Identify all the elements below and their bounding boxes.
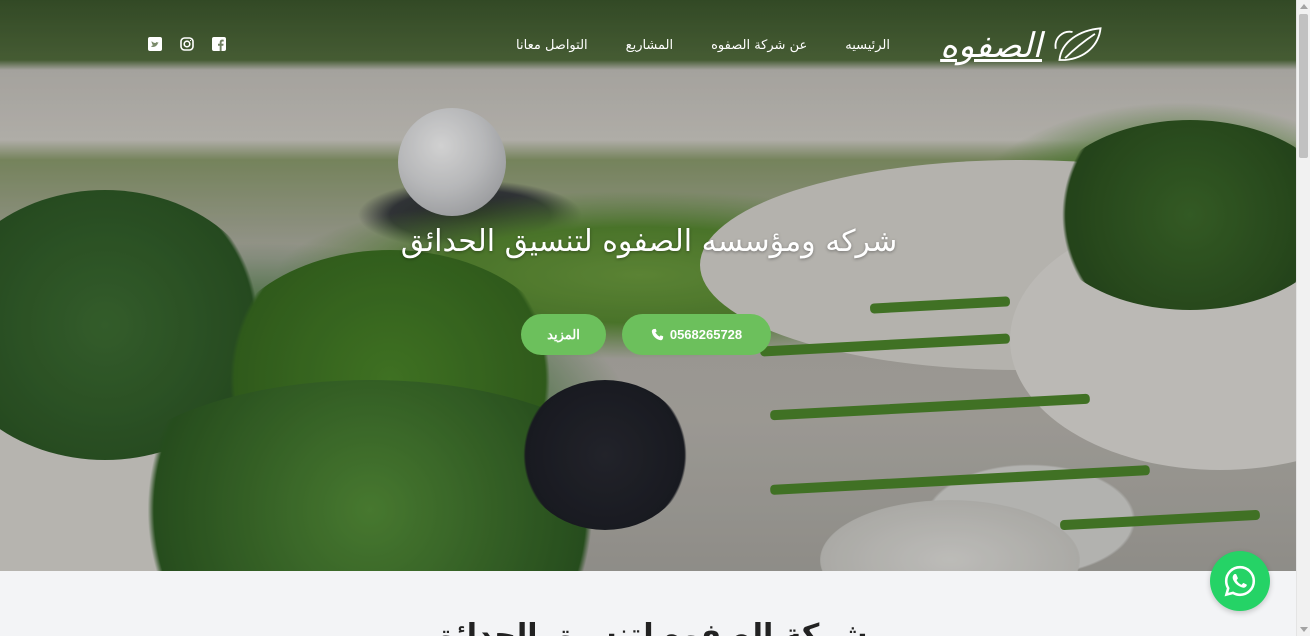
instagram-icon [180,37,194,51]
scroll-up-arrow-icon[interactable] [1300,4,1308,9]
page-scrollbar[interactable] [1296,0,1310,636]
phone-number: 0568265728 [669,327,743,342]
call-phone-button[interactable]: 0568265728 [622,314,771,355]
section-heading: شركة الصفوه لتنسيق الحدائق [428,618,868,636]
main-nav: الرئيسيه عن شركة الصفوه المشاريع التواصل… [516,38,890,53]
logo-text: الصفوه [940,26,1042,66]
hero-title: شركه ومؤسسه الصفوه لتنسيق الحدائق [400,224,898,259]
whatsapp-icon [1224,565,1256,597]
instagram-link[interactable] [180,37,194,51]
more-button[interactable]: المزيد [521,314,606,355]
nav-link-home[interactable]: الرئيسيه [845,38,890,53]
social-links [148,37,226,51]
hero-overlay [0,0,1296,571]
leaf-logo-icon [1054,27,1102,61]
nav-link-contact[interactable]: التواصل معانا [516,38,588,53]
hero-section [0,0,1296,571]
facebook-link[interactable] [212,37,226,51]
phone-icon [651,328,664,341]
twitter-icon [148,37,162,51]
site-logo[interactable]: الصفوه [908,18,1108,74]
nav-link-projects[interactable]: المشاريع [626,38,673,53]
twitter-link[interactable] [148,37,162,51]
scrollbar-thumb[interactable] [1299,14,1308,158]
scroll-down-arrow-icon[interactable] [1300,627,1308,632]
facebook-icon [212,37,226,51]
nav-link-about[interactable]: عن شركة الصفوه [711,38,807,53]
whatsapp-button[interactable] [1210,551,1270,611]
